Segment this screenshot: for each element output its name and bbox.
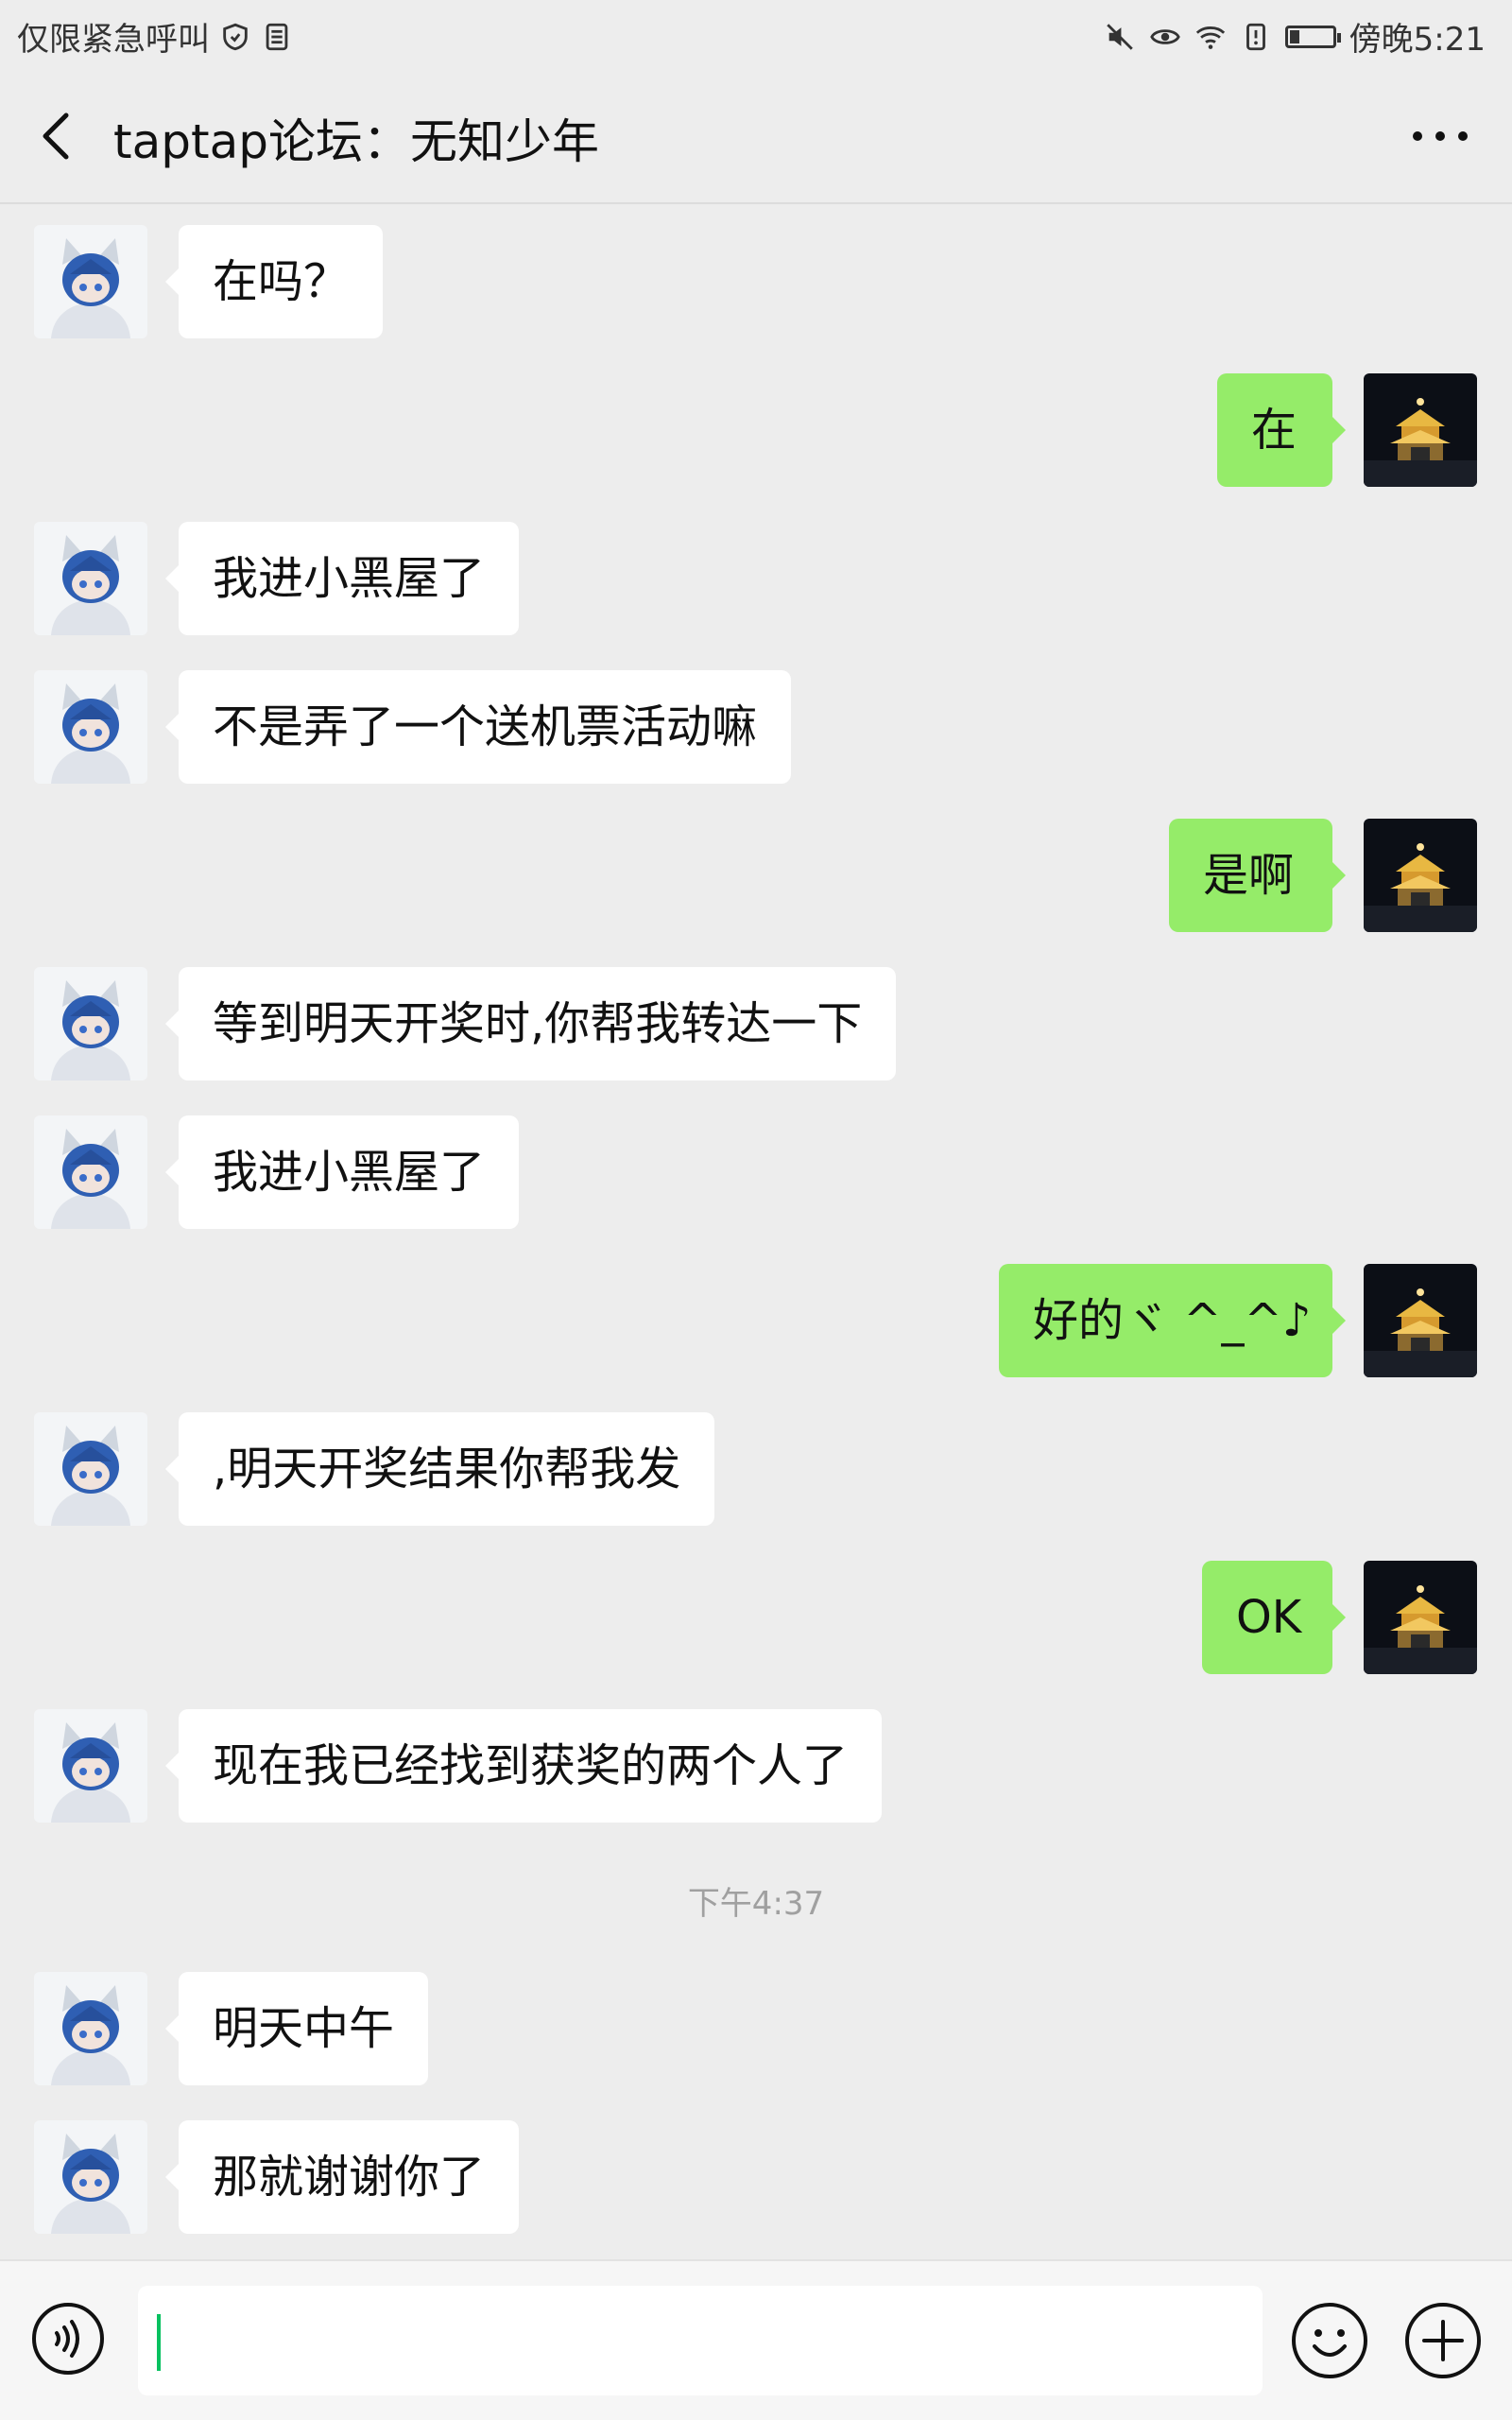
contact-avatar[interactable]: [34, 522, 147, 635]
contact-avatar[interactable]: [34, 967, 147, 1080]
message-bubble-incoming[interactable]: 在吗？: [164, 225, 384, 338]
message-bubble-outgoing[interactable]: 是啊: [1169, 819, 1346, 932]
message-bubble-incoming[interactable]: 等到明天开奖时,你帮我转达一下: [164, 967, 897, 1080]
message-row: 那就谢谢你了: [0, 2120, 1512, 2234]
message-bubble-incoming[interactable]: 明天中午: [164, 1972, 429, 2085]
input-bar: [0, 2259, 1512, 2420]
message-row: 在吗？: [0, 225, 1512, 338]
message-row: 是啊: [0, 819, 1512, 932]
emoji-button[interactable]: [1290, 2301, 1369, 2380]
contact-avatar[interactable]: [34, 2120, 147, 2234]
more-button[interactable]: [1402, 102, 1478, 170]
message-bubble-incoming[interactable]: 不是弄了一个送机票活动嘛: [164, 670, 792, 784]
message-bubble-outgoing[interactable]: 在: [1217, 373, 1346, 487]
voice-icon: [32, 2303, 104, 2375]
my-avatar[interactable]: [1364, 1561, 1477, 1674]
message-row: 我进小黑屋了: [0, 1115, 1512, 1229]
message-row: ,明天开奖结果你帮我发: [0, 1412, 1512, 1526]
clock-text: 傍晚5:21: [1349, 21, 1486, 59]
status-left: 仅限紧急呼叫: [17, 13, 293, 60]
message-bubble-outgoing[interactable]: OK: [1202, 1561, 1346, 1674]
plus-icon: [1405, 2303, 1481, 2378]
my-avatar[interactable]: [1364, 819, 1477, 932]
contact-avatar[interactable]: [34, 225, 147, 338]
contact-avatar[interactable]: [34, 1412, 147, 1526]
message-row: 好的ヾ ^_^♪: [0, 1264, 1512, 1377]
status-bar: 仅限紧急呼叫 傍晚5:21: [0, 0, 1512, 68]
message-row: OK: [0, 1561, 1512, 1674]
voice-button[interactable]: [30, 2301, 106, 2377]
wifi-icon: [1195, 26, 1225, 49]
my-avatar[interactable]: [1364, 373, 1477, 487]
message-row: 在: [0, 373, 1512, 487]
chevron-left-icon: [43, 112, 69, 160]
more-dots-icon: [1413, 131, 1468, 141]
message-row: 不是弄了一个送机票活动嘛: [0, 670, 1512, 784]
emoji-icon: [1292, 2303, 1367, 2378]
carrier-text: 仅限紧急呼叫: [17, 21, 210, 59]
eye-icon: [1149, 28, 1180, 44]
time-divider: 下午4:37: [687, 1885, 825, 1923]
message-row: 现在我已经找到获奖的两个人了: [0, 1709, 1512, 1823]
mute-icon: [1106, 23, 1133, 50]
contact-avatar[interactable]: [34, 1115, 147, 1229]
back-button[interactable]: [23, 102, 91, 170]
title-bar: taptap论坛：无知少年: [0, 68, 1512, 204]
text-caret: [157, 2314, 161, 2371]
message-bubble-outgoing[interactable]: 好的ヾ ^_^♪: [999, 1264, 1346, 1377]
plus-button[interactable]: [1403, 2301, 1483, 2380]
status-right: 傍晚5:21: [1104, 13, 1486, 60]
sim-card-icon: [266, 23, 288, 50]
chat-screen: 仅限紧急呼叫 傍晚5:21 taptap论坛：无知少年 在吗？ 在 我进小黑屋了…: [0, 0, 1512, 2420]
message-row: 我进小黑屋了: [0, 522, 1512, 635]
shield-icon: [223, 23, 248, 50]
contact-avatar[interactable]: [34, 1972, 147, 2085]
alert-icon: [1246, 23, 1265, 50]
message-bubble-incoming[interactable]: 那就谢谢你了: [164, 2120, 520, 2234]
message-bubble-incoming[interactable]: ,明天开奖结果你帮我发: [164, 1412, 715, 1526]
message-row: 等到明天开奖时,你帮我转达一下: [0, 967, 1512, 1080]
my-avatar[interactable]: [1364, 1264, 1477, 1377]
contact-avatar[interactable]: [34, 670, 147, 784]
page-title: taptap论坛：无知少年: [113, 114, 599, 169]
contact-avatar[interactable]: [34, 1709, 147, 1823]
message-bubble-incoming[interactable]: 我进小黑屋了: [164, 522, 520, 635]
message-bubble-incoming[interactable]: 现在我已经找到获奖的两个人了: [164, 1709, 883, 1823]
message-row: 明天中午: [0, 1972, 1512, 2085]
battery-icon: [1284, 25, 1341, 48]
message-bubble-incoming[interactable]: 我进小黑屋了: [164, 1115, 520, 1229]
message-input[interactable]: [138, 2286, 1263, 2395]
